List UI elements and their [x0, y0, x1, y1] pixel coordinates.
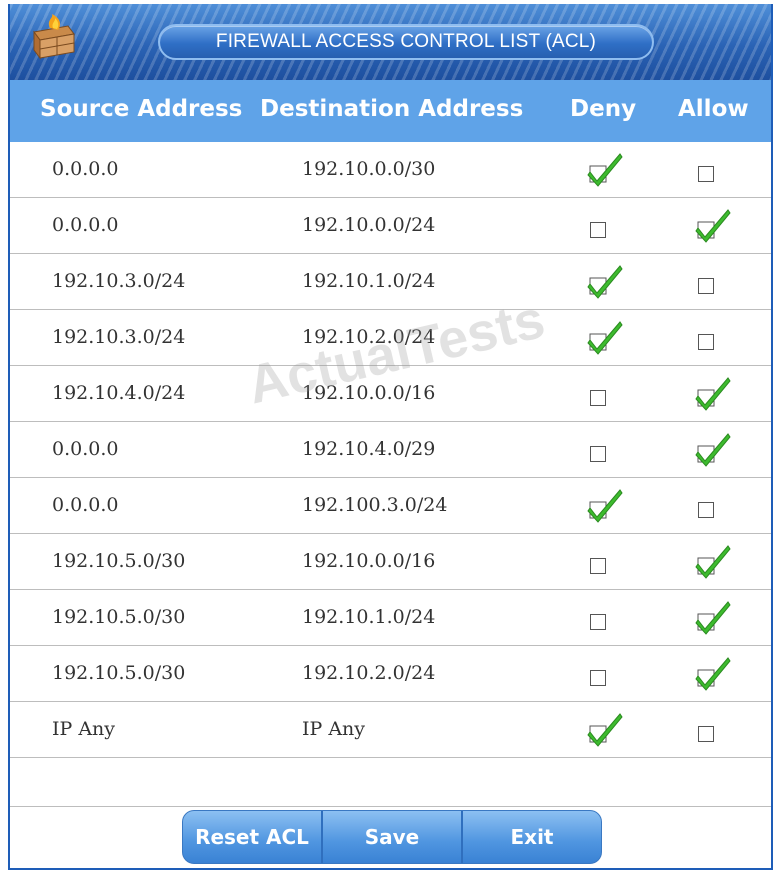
- destination-address-cell: 192.10.1.0/24: [302, 270, 436, 292]
- acl-rule-row: 192.10.3.0/24 192.10.1.0/24: [10, 254, 771, 310]
- destination-address-cell: 192.100.3.0/24: [302, 494, 448, 516]
- deny-checkbox[interactable]: [590, 222, 606, 238]
- deny-checkbox[interactable]: [590, 446, 606, 462]
- deny-checkbox[interactable]: [590, 558, 606, 574]
- allow-checkbox[interactable]: [698, 334, 714, 350]
- reset-acl-button[interactable]: Reset ACL: [183, 811, 323, 863]
- destination-address-cell: 192.10.2.0/24: [302, 662, 436, 684]
- button-bar: Reset ACL Save Exit: [182, 810, 602, 864]
- allow-checkbox-checked[interactable]: [692, 654, 732, 694]
- table-header: Source Address Destination Address Deny …: [10, 80, 771, 142]
- header-destination-address: Destination Address: [260, 96, 524, 122]
- acl-rule-row: 192.10.5.0/30 192.10.0.0/16: [10, 534, 771, 590]
- deny-checkbox-checked[interactable]: [584, 150, 624, 190]
- destination-address-cell: 192.10.0.0/16: [302, 550, 436, 572]
- header-source-address: Source Address: [40, 96, 243, 122]
- destination-address-cell: 192.10.0.0/30: [302, 158, 436, 180]
- acl-window: FIREWALL ACCESS CONTROL LIST (ACL) Sourc…: [8, 4, 773, 870]
- destination-address-cell: IP Any: [302, 718, 366, 740]
- title-bar: FIREWALL ACCESS CONTROL LIST (ACL): [10, 4, 771, 80]
- source-address-cell: 0.0.0.0: [52, 158, 119, 180]
- destination-address-cell: 192.10.0.0/24: [302, 214, 436, 236]
- source-address-cell: 192.10.5.0/30: [52, 662, 186, 684]
- destination-address-cell: 192.10.0.0/16: [302, 382, 436, 404]
- deny-checkbox[interactable]: [590, 670, 606, 686]
- destination-address-cell: 192.10.1.0/24: [302, 606, 436, 628]
- acl-rule-row: 0.0.0.0 192.10.4.0/29: [10, 422, 771, 478]
- allow-checkbox-checked[interactable]: [692, 206, 732, 246]
- footer-divider: [10, 806, 771, 807]
- deny-checkbox[interactable]: [590, 390, 606, 406]
- source-address-cell: 192.10.5.0/30: [52, 606, 186, 628]
- source-address-cell: IP Any: [52, 718, 116, 740]
- deny-checkbox-checked[interactable]: [584, 710, 624, 750]
- acl-rule-row: 192.10.5.0/30 192.10.2.0/24: [10, 646, 771, 702]
- deny-checkbox-checked[interactable]: [584, 262, 624, 302]
- acl-rule-row: 192.10.4.0/24 192.10.0.0/16: [10, 366, 771, 422]
- save-button[interactable]: Save: [323, 811, 463, 863]
- allow-checkbox-checked[interactable]: [692, 542, 732, 582]
- acl-table-body: 0.0.0.0 192.10.0.0/30 0.0.0.0 192.10.0.0/24…: [10, 142, 771, 758]
- source-address-cell: 192.10.4.0/24: [52, 382, 186, 404]
- allow-checkbox-checked[interactable]: [692, 430, 732, 470]
- destination-address-cell: 192.10.4.0/29: [302, 438, 436, 460]
- acl-rule-row: 192.10.3.0/24 192.10.2.0/24: [10, 310, 771, 366]
- acl-rule-row: IP Any IP Any: [10, 702, 771, 758]
- allow-checkbox[interactable]: [698, 166, 714, 182]
- source-address-cell: 192.10.3.0/24: [52, 270, 186, 292]
- allow-checkbox-checked[interactable]: [692, 374, 732, 414]
- allow-checkbox[interactable]: [698, 726, 714, 742]
- allow-checkbox-checked[interactable]: [692, 598, 732, 638]
- deny-checkbox[interactable]: [590, 614, 606, 630]
- allow-checkbox[interactable]: [698, 502, 714, 518]
- firewall-icon: [33, 14, 75, 60]
- acl-rule-row: 0.0.0.0 192.10.0.0/30: [10, 142, 771, 198]
- source-address-cell: 192.10.5.0/30: [52, 550, 186, 572]
- source-address-cell: 0.0.0.0: [52, 438, 119, 460]
- window-title: FIREWALL ACCESS CONTROL LIST (ACL): [215, 31, 597, 52]
- exit-button[interactable]: Exit: [463, 811, 601, 863]
- header-allow: Allow: [678, 96, 749, 122]
- source-address-cell: 0.0.0.0: [52, 214, 119, 236]
- source-address-cell: 0.0.0.0: [52, 494, 119, 516]
- acl-rule-row: 192.10.5.0/30 192.10.1.0/24: [10, 590, 771, 646]
- allow-checkbox[interactable]: [698, 278, 714, 294]
- acl-rule-row: 0.0.0.0 192.10.0.0/24: [10, 198, 771, 254]
- destination-address-cell: 192.10.2.0/24: [302, 326, 436, 348]
- deny-checkbox-checked[interactable]: [584, 486, 624, 526]
- title-pill: FIREWALL ACCESS CONTROL LIST (ACL): [158, 24, 654, 60]
- deny-checkbox-checked[interactable]: [584, 318, 624, 358]
- header-deny: Deny: [570, 96, 637, 122]
- acl-rule-row: 0.0.0.0 192.100.3.0/24: [10, 478, 771, 534]
- source-address-cell: 192.10.3.0/24: [52, 326, 186, 348]
